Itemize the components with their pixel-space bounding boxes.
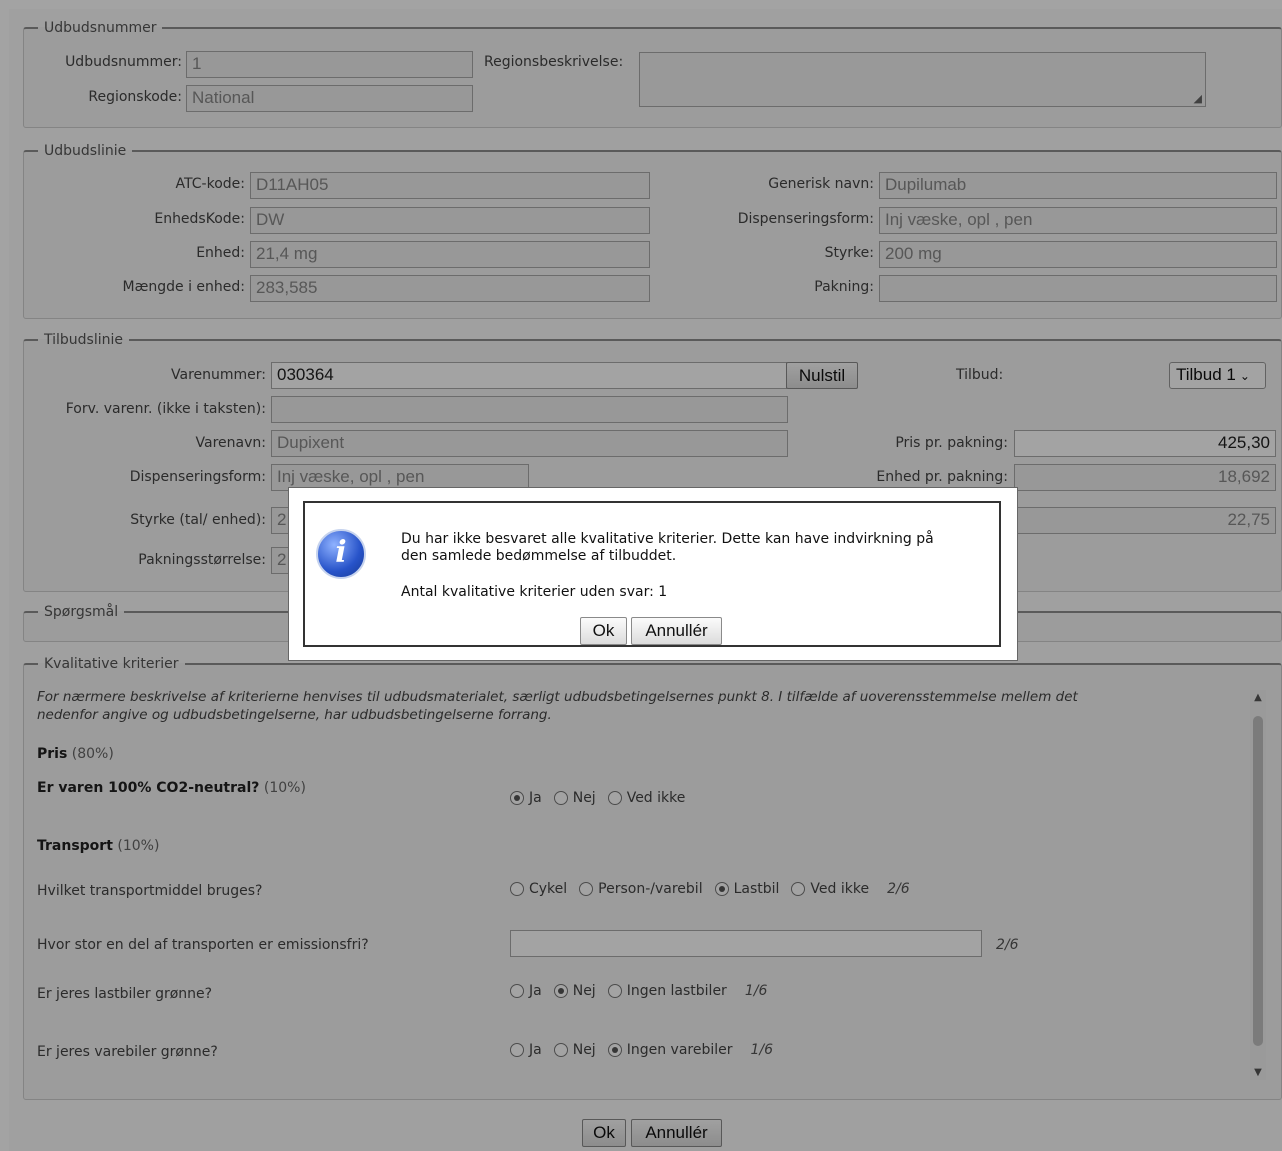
info-icon: i xyxy=(316,529,366,579)
dialog-message-line-1: Du har ikke besvaret alle kvalitative kr… xyxy=(401,531,934,547)
dialog-cancel-button[interactable]: Annullér xyxy=(631,617,722,645)
dialog-ok-button[interactable]: Ok xyxy=(580,617,627,645)
dialog-message: Du har ikke besvaret alle kvalitative kr… xyxy=(401,531,934,565)
dialog-message-line-2: den samlede bedømmelse af tilbuddet. xyxy=(401,548,677,564)
dialog-count: Antal kvalitative kriterier uden svar: 1 xyxy=(401,584,668,600)
